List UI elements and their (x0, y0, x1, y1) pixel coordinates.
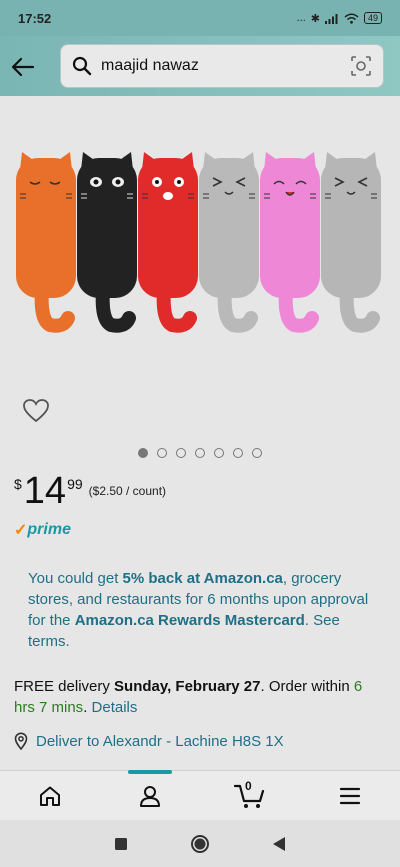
carousel-dot[interactable] (214, 448, 224, 458)
cat-toy (138, 152, 198, 333)
nav-cart[interactable]: 0 (226, 776, 274, 816)
wifi-icon (344, 13, 359, 24)
deliver-to-location[interactable]: Deliver to Alexandr - Lachine H8S 1X (14, 732, 284, 750)
carousel-dot[interactable] (138, 448, 148, 458)
credit-card-offer[interactable]: You could get 5% back at Amazon.ca, groc… (28, 568, 373, 652)
hamburger-menu-icon (339, 787, 361, 804)
wishlist-button[interactable] (22, 398, 50, 424)
nav-home[interactable] (26, 776, 74, 816)
carousel-dot[interactable] (176, 448, 186, 458)
back-button[interactable] (8, 52, 38, 82)
cat-toy (199, 152, 259, 333)
prime-label: prime (27, 521, 71, 538)
battery-icon: 49 (363, 12, 382, 24)
camera-search-icon[interactable] (349, 54, 373, 78)
offer-text: . (304, 612, 314, 629)
delivery-text: FREE delivery (14, 678, 115, 695)
cat-toy (260, 152, 320, 333)
delivery-info: FREE delivery Sunday, February 27. Order… (14, 676, 384, 718)
delivery-text: . Order within (260, 678, 354, 695)
cat-toy (16, 152, 76, 333)
carousel-dot[interactable] (233, 448, 243, 458)
heart-icon (23, 399, 49, 423)
carousel-dot[interactable] (157, 448, 167, 458)
cat-toy (321, 152, 381, 333)
nav-account[interactable] (126, 769, 174, 816)
carousel-dot[interactable] (195, 448, 205, 458)
person-icon (140, 785, 160, 807)
status-bar: 17:52 ... ✱ 49 (0, 0, 400, 36)
delivery-date: Sunday, February 27 (114, 678, 261, 695)
image-carousel-dots[interactable] (0, 448, 400, 458)
search-input[interactable]: maajid nawaz (101, 57, 349, 75)
product-photo (16, 152, 381, 333)
home-button[interactable] (190, 834, 210, 854)
price-currency: $ (14, 476, 22, 492)
deliver-to-label: Deliver to Alexandr - Lachine H8S 1X (36, 732, 284, 750)
more-icon: ... (296, 12, 306, 24)
price-whole: 14 (23, 470, 67, 512)
search-icon (71, 55, 93, 77)
cart-count: 0 (245, 778, 252, 793)
price-per-unit: ($2.50 / count) (88, 484, 167, 498)
bluetooth-icon: ✱ (310, 12, 320, 25)
system-navigation-bar (0, 820, 400, 867)
cat-toy (77, 152, 137, 333)
prime-badge: ✓ prime (14, 520, 71, 540)
arrow-left-icon (11, 57, 35, 77)
status-icons: ... ✱ 49 (297, 12, 382, 25)
offer-card-name: Amazon.ca Rewards Mastercard (74, 612, 305, 629)
nav-menu[interactable] (326, 776, 374, 816)
price-cents: 99 (67, 476, 83, 492)
home-icon (40, 786, 60, 806)
active-tab-indicator (128, 769, 172, 774)
details-link[interactable]: Details (92, 699, 138, 716)
prime-check-icon: ✓ (14, 522, 28, 539)
back-nav-button[interactable] (272, 836, 286, 852)
search-header: maajid nawaz (0, 36, 400, 96)
delivery-text: . (83, 699, 92, 716)
carousel-dot[interactable] (252, 448, 262, 458)
recents-button[interactable] (114, 837, 128, 851)
status-time: 17:52 (18, 10, 52, 26)
bottom-navigation: 0 (0, 769, 400, 820)
search-bar[interactable]: maajid nawaz (60, 44, 384, 88)
product-image[interactable] (0, 96, 400, 436)
offer-text: You could get (28, 570, 123, 587)
offer-highlight: 5% back at Amazon.ca (122, 570, 283, 587)
location-pin-icon (14, 732, 30, 750)
signal-icon (324, 13, 338, 24)
price: $ 14 99 ($2.50 / count) (14, 470, 166, 512)
